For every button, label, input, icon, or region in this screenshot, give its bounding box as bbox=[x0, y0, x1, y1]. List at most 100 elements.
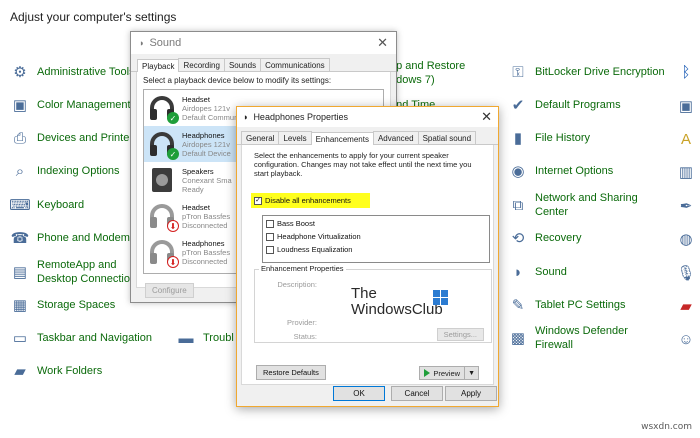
enhancement-item[interactable]: Loudness Equalization bbox=[266, 245, 352, 254]
cp-item-tablet-pc[interactable]: ✎ Tablet PC Settings bbox=[508, 291, 626, 319]
restore-defaults-button[interactable]: Restore Defaults bbox=[256, 365, 326, 380]
site-watermark: wsxdn.com bbox=[641, 422, 692, 432]
default-check-icon: ✓ bbox=[167, 148, 179, 160]
watermark-line1: The bbox=[351, 285, 377, 302]
tab-general[interactable]: General bbox=[241, 131, 280, 144]
device-name: Speakers bbox=[182, 166, 214, 176]
tab-enhancements[interactable]: Enhancements bbox=[310, 132, 374, 145]
hp-tabs: General Levels Enhancements Advanced Spa… bbox=[237, 131, 498, 145]
cp-item-bitlocker[interactable]: ⚿ BitLocker Drive Encryption bbox=[508, 58, 664, 86]
cp-item-phone-modem[interactable]: ☎ Phone and Modem bbox=[10, 224, 130, 252]
pen-icon[interactable]: ✒ bbox=[676, 196, 696, 216]
cp-item-file-history[interactable]: ▮ File History bbox=[508, 124, 590, 152]
disconnected-icon: ⬇ bbox=[167, 220, 179, 232]
provider-label: Provider: bbox=[286, 318, 317, 327]
speaker-device-icon bbox=[148, 166, 176, 194]
cp-item-network-sharing[interactable]: ⧉ Network and Sharing Center bbox=[508, 191, 645, 219]
internet-options-icon: ◉ bbox=[511, 163, 525, 180]
cp-item-work-folders[interactable]: ▰ Work Folders bbox=[10, 357, 102, 385]
network-sharing-icon: ⧉ bbox=[512, 196, 524, 214]
enhancement-label: Loudness Equalization bbox=[277, 245, 353, 254]
cp-item-firewall[interactable]: ▩ Windows Defender Firewall bbox=[508, 324, 645, 352]
cp-item-label: Troubl bbox=[203, 332, 234, 344]
cp-item-label: Administrative Tools bbox=[37, 66, 135, 78]
work-folders-icon: ▰ bbox=[14, 363, 26, 380]
enhancement-label: Headphone Virtualization bbox=[277, 232, 361, 241]
tab-levels[interactable]: Levels bbox=[278, 131, 312, 144]
device-status: Disconnected bbox=[182, 256, 228, 266]
ok-button[interactable]: OK bbox=[333, 386, 385, 401]
cp-item-label: Phone and Modem bbox=[37, 232, 130, 244]
enhancement-item[interactable]: Bass Boost bbox=[266, 219, 315, 228]
sound-instruction: Select a playback device below to modify… bbox=[143, 76, 332, 85]
cp-item-label: Keyboard bbox=[37, 199, 85, 211]
windows-logo-icon bbox=[433, 290, 448, 305]
close-icon[interactable]: ✕ bbox=[481, 109, 492, 125]
cp-item-label: Taskbar and Navigation bbox=[37, 332, 152, 344]
tab-sounds[interactable]: Sounds bbox=[223, 58, 262, 71]
cp-item-sound[interactable]: ◗ Sound bbox=[508, 258, 567, 286]
group-title: Enhancement Properties bbox=[259, 264, 346, 273]
cp-item-remoteapp[interactable]: ▤ RemoteApp and Desktop Connections bbox=[10, 258, 147, 286]
tab-recording[interactable]: Recording bbox=[178, 58, 225, 71]
taskbar-alt-icon[interactable]: ▰ bbox=[676, 296, 696, 316]
hp-title-bar: ◗ Headphones Properties bbox=[237, 107, 498, 127]
cp-item-keyboard[interactable]: ⌨ Keyboard bbox=[9, 191, 85, 219]
preview-label: Preview bbox=[433, 368, 461, 378]
disable-all-checkbox-row[interactable]: ✓ Disable all enhancements bbox=[254, 196, 351, 205]
device-driver: Airdopes 121v bbox=[182, 139, 230, 149]
cp-item-indexing-options[interactable]: ⌕ Indexing Options bbox=[10, 157, 120, 185]
font-icon[interactable]: A bbox=[676, 129, 696, 149]
apply-button[interactable]: Apply bbox=[445, 386, 497, 401]
enhancement-checkbox[interactable] bbox=[266, 245, 274, 254]
speaker-icon: ◗ bbox=[243, 112, 249, 122]
globe-icon[interactable]: ◍ bbox=[676, 229, 696, 249]
device-status: Default Device bbox=[182, 148, 231, 158]
cp-item-devices-printers[interactable]: ⎙ Devices and Printers bbox=[10, 124, 139, 152]
enhancement-properties-group: Enhancement Properties Description: Prov… bbox=[254, 264, 492, 343]
cp-item-label: Internet Options bbox=[535, 165, 614, 177]
headset-icon: ⬇ bbox=[148, 202, 179, 232]
enhancement-checkbox[interactable] bbox=[266, 232, 274, 241]
cancel-button[interactable]: Cancel bbox=[391, 386, 443, 401]
device-driver: Airdopes 121v bbox=[182, 103, 230, 113]
tab-spatial-sound[interactable]: Spatial sound bbox=[417, 131, 477, 144]
bluetooth-icon[interactable]: ᛒ bbox=[676, 62, 696, 82]
microphone-icon[interactable]: 🎙 bbox=[676, 263, 696, 283]
user-icon[interactable]: ☺ bbox=[676, 329, 696, 349]
enhancement-item[interactable]: Headphone Virtualization bbox=[266, 232, 361, 241]
cp-item-taskbar-navigation[interactable]: ▭ Taskbar and Navigation bbox=[10, 324, 152, 352]
preview-button[interactable]: Preview ▼ bbox=[419, 366, 479, 380]
preview-main[interactable]: Preview bbox=[420, 367, 466, 379]
tab-playback[interactable]: Playback bbox=[137, 59, 180, 72]
keyboard-alt-icon[interactable]: ▥ bbox=[676, 162, 696, 182]
cp-item-color-management[interactable]: ▣ Color Management bbox=[10, 91, 131, 119]
cp-item-recovery[interactable]: ⟲ Recovery bbox=[508, 224, 582, 252]
device-icon[interactable]: ▣ bbox=[676, 96, 696, 116]
recovery-icon: ⟲ bbox=[511, 230, 525, 247]
configure-button[interactable]: Configure bbox=[145, 283, 194, 298]
headphones-icon: ⬇ bbox=[148, 238, 179, 268]
headphones-icon: ✓ bbox=[148, 130, 179, 160]
disconnected-icon: ⬇ bbox=[167, 256, 179, 268]
cp-item-internet-options[interactable]: ◉ Internet Options bbox=[508, 157, 613, 185]
cp-item-label: Recovery bbox=[535, 232, 582, 244]
cp-item-storage-spaces[interactable]: ▦ Storage Spaces bbox=[10, 291, 115, 319]
cp-item-troubleshooting[interactable]: ▬ Troubl bbox=[176, 324, 234, 352]
cp-item-label: Sound bbox=[535, 266, 567, 278]
chevron-down-icon[interactable]: ▼ bbox=[465, 370, 478, 377]
tab-communications[interactable]: Communications bbox=[260, 58, 330, 71]
settings-button[interactable]: Settings... bbox=[436, 328, 484, 341]
cp-item-administrative-tools[interactable]: ⚙ Administrative Tools bbox=[10, 58, 135, 86]
enhancement-checkbox[interactable] bbox=[266, 219, 274, 228]
devices-printers-icon: ⎙ bbox=[13, 129, 26, 147]
disable-all-checkbox[interactable]: ✓ bbox=[254, 196, 262, 205]
device-status: Disconnected bbox=[182, 220, 228, 230]
tab-advanced[interactable]: Advanced bbox=[372, 131, 419, 144]
watermark: The WindowsClub bbox=[351, 285, 448, 318]
cp-item-label: Work Folders bbox=[37, 365, 103, 377]
firewall-icon: ▩ bbox=[510, 330, 526, 347]
close-icon[interactable]: ✕ bbox=[377, 35, 388, 51]
cp-item-default-programs[interactable]: ✔ Default Programs bbox=[508, 91, 621, 119]
cp-item-label: Network and Sharing Center bbox=[535, 192, 638, 218]
